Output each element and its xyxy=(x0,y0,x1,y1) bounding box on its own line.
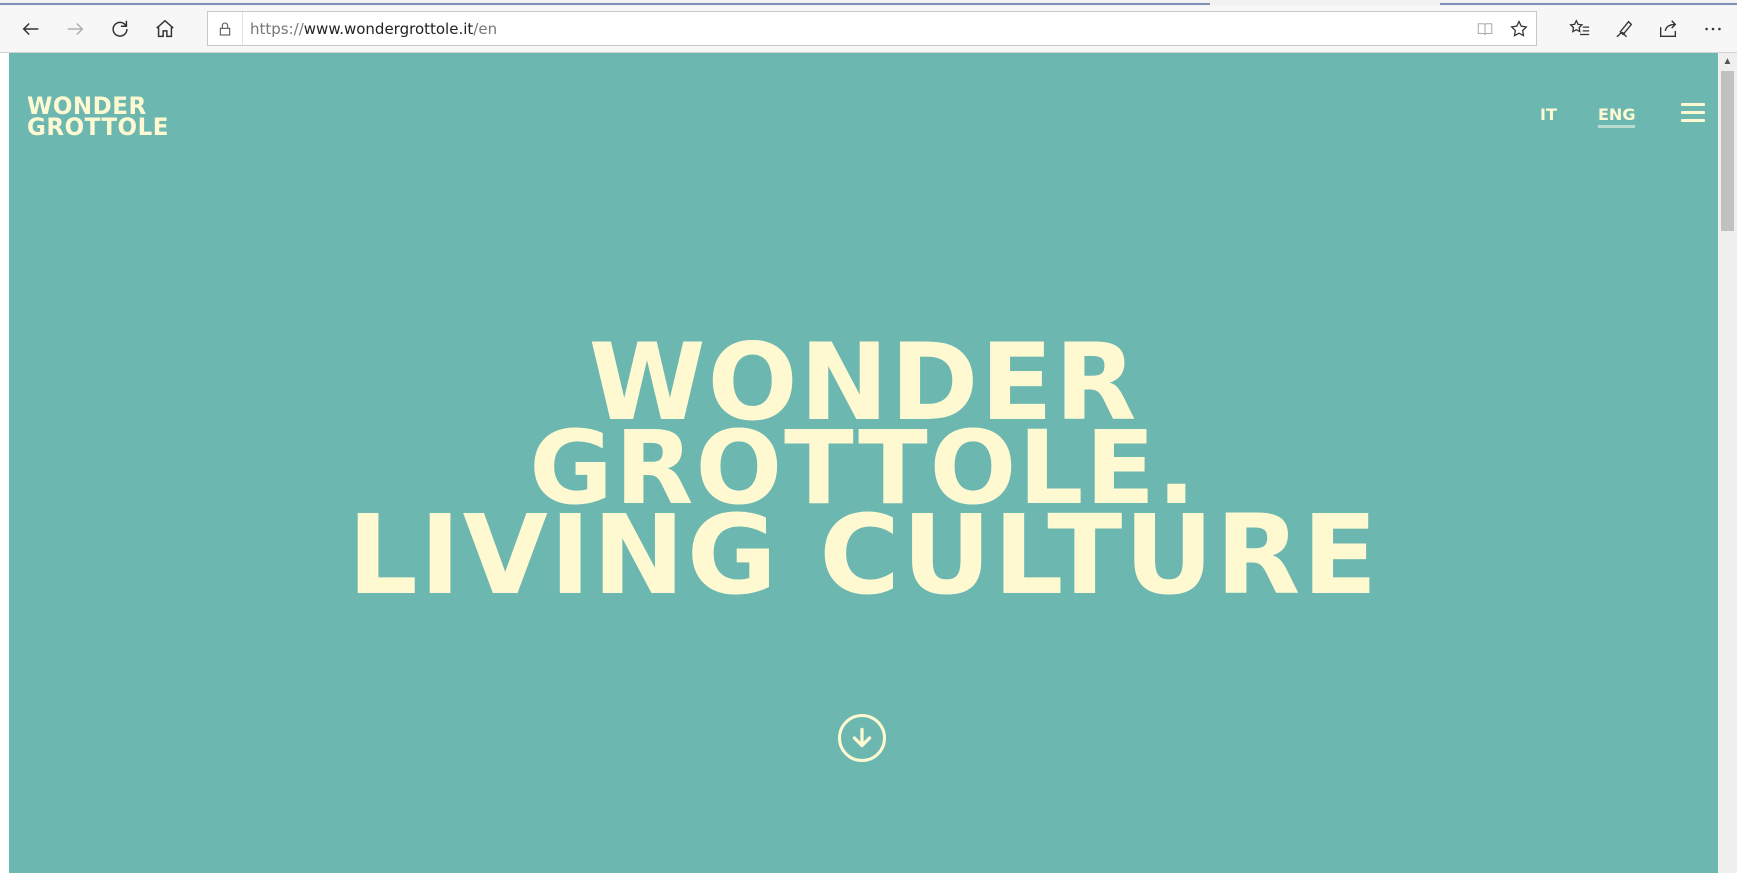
share-button[interactable] xyxy=(1651,12,1685,46)
notes-button[interactable] xyxy=(1607,12,1641,46)
vertical-scrollbar[interactable]: ▲ xyxy=(1718,53,1737,873)
arrow-left-icon xyxy=(22,22,39,36)
more-button[interactable] xyxy=(1696,12,1730,46)
tab-accent-right xyxy=(1440,3,1737,5)
lang-eng-link[interactable]: ENG xyxy=(1598,105,1636,128)
lang-it-link[interactable]: IT xyxy=(1540,105,1557,124)
hamburger-menu-icon[interactable] xyxy=(1681,103,1705,123)
url-text[interactable]: https://www.wondergrottole.it/en xyxy=(243,20,1468,38)
reading-view-icon[interactable] xyxy=(1468,12,1502,45)
forward-button[interactable] xyxy=(58,12,92,46)
pen-icon xyxy=(1616,20,1633,38)
back-button[interactable] xyxy=(14,12,48,46)
page-viewport: WONDER GROTTOLE IT ENG WONDER GROTTOLE. … xyxy=(9,53,1718,873)
url-path: /en xyxy=(473,19,498,38)
favorite-star-icon[interactable] xyxy=(1502,12,1536,45)
url-domain: www.wondergrottole.it xyxy=(303,19,474,38)
lock-icon[interactable] xyxy=(208,12,243,45)
share-icon xyxy=(1659,20,1677,38)
refresh-button[interactable] xyxy=(103,12,137,46)
url-scheme: https:// xyxy=(250,19,304,38)
logo-line-2: GROTTOLE xyxy=(27,113,169,142)
hero-line-3: LIVING CULTURE xyxy=(347,491,1380,619)
home-icon xyxy=(156,19,174,38)
favorites-button[interactable] xyxy=(1563,12,1597,46)
home-button[interactable] xyxy=(148,12,182,46)
refresh-icon xyxy=(112,20,128,37)
arrow-down-icon xyxy=(852,727,872,748)
scrollbar-thumb[interactable] xyxy=(1721,71,1734,231)
arrow-right-icon xyxy=(67,22,84,36)
favorites-list-icon xyxy=(1569,19,1590,36)
scroll-up-arrow-icon[interactable]: ▲ xyxy=(1718,53,1737,69)
hero-title: WONDER GROTTOLE. LIVING CULTURE xyxy=(9,330,1718,619)
browser-toolbar: https://www.wondergrottole.it/en xyxy=(0,6,1737,53)
tab-accent xyxy=(0,3,1210,5)
address-bar[interactable]: https://www.wondergrottole.it/en xyxy=(207,11,1537,46)
scroll-down-button[interactable] xyxy=(838,714,886,762)
site-logo[interactable]: WONDER GROTTOLE xyxy=(27,94,169,142)
more-dots-icon xyxy=(1705,27,1721,31)
